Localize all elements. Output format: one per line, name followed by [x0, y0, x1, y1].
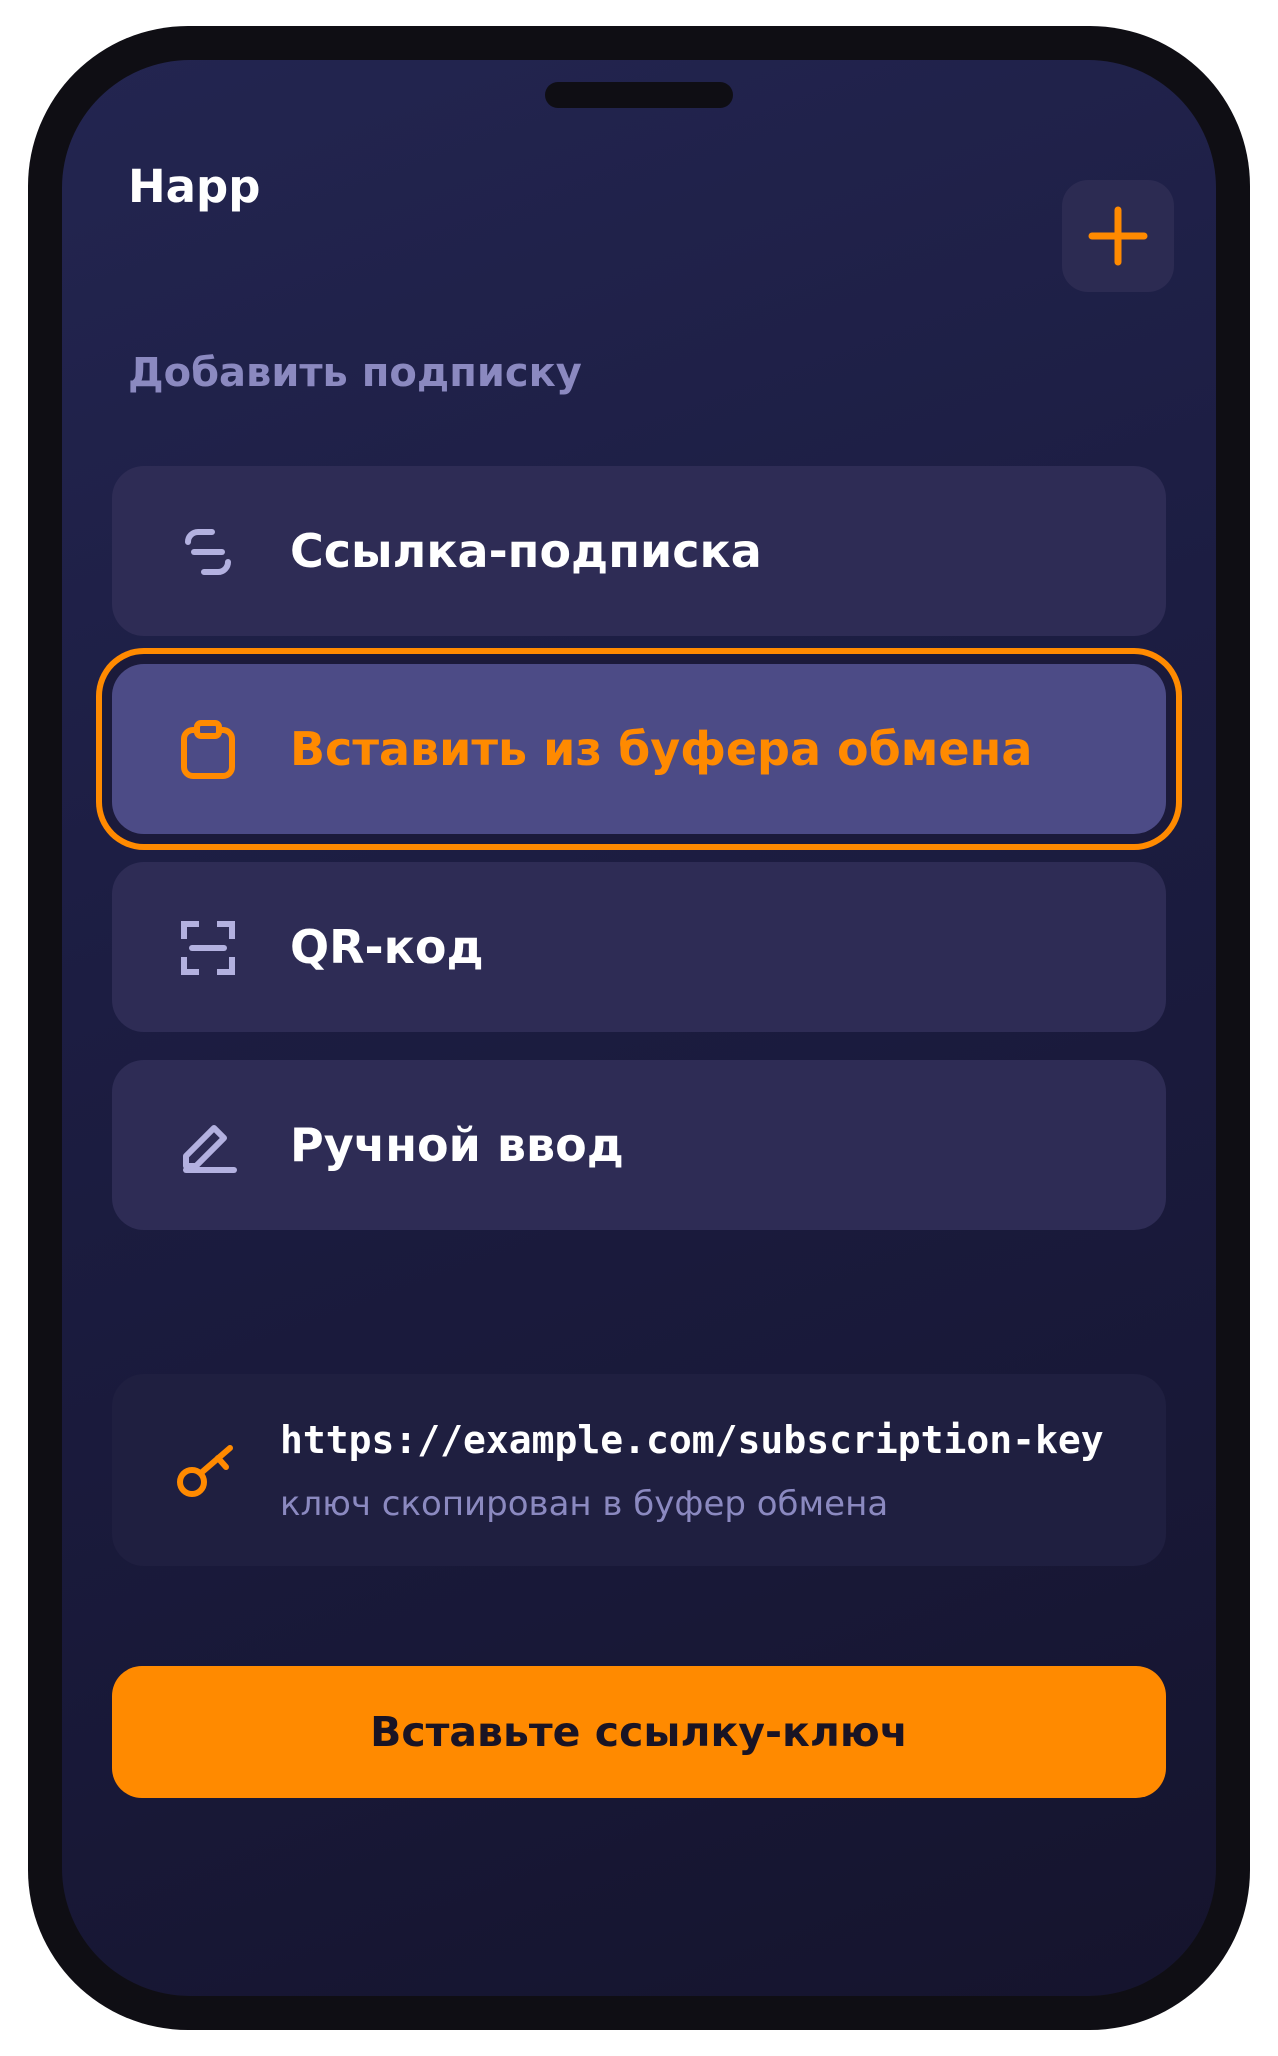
- paste-key-button[interactable]: Вставьте ссылку-ключ: [112, 1666, 1166, 1798]
- menu-item-manual-input[interactable]: Ручной ввод: [112, 1060, 1166, 1230]
- clipboard-icon: [181, 720, 235, 779]
- key-icon: [177, 1445, 233, 1497]
- phone-frame: Happ Добавить подписку Ссылка-подписка В: [28, 26, 1250, 2030]
- app-screen: Happ Добавить подписку Ссылка-подписка В: [62, 60, 1216, 1996]
- plus-icon: [1088, 206, 1148, 266]
- section-title: Добавить подписку: [128, 350, 582, 396]
- key-url: https://example.com/subscription-key: [280, 1418, 1104, 1462]
- menu-item-subscription-link[interactable]: Ссылка-подписка: [112, 466, 1166, 636]
- notch: [545, 82, 733, 108]
- app-title: Happ: [128, 160, 261, 213]
- menu-item-qr-code[interactable]: QR-код: [112, 862, 1166, 1032]
- link-icon: [185, 529, 231, 575]
- pencil-icon: [183, 1125, 237, 1173]
- menu-item-label: Ручной ввод: [290, 1118, 624, 1172]
- menu-item-label: QR-код: [290, 920, 484, 974]
- menu-item-paste-clipboard[interactable]: Вставить из буфера обмена: [112, 664, 1166, 834]
- menu-item-label: Ссылка-подписка: [290, 524, 762, 578]
- copied-key-card: https://example.com/subscription-key клю…: [112, 1374, 1166, 1566]
- add-button[interactable]: [1062, 180, 1174, 292]
- key-note: ключ скопирован в буфер обмена: [280, 1484, 889, 1524]
- menu-item-label: Вставить из буфера обмена: [290, 722, 1033, 776]
- qr-scan-icon: [181, 921, 235, 975]
